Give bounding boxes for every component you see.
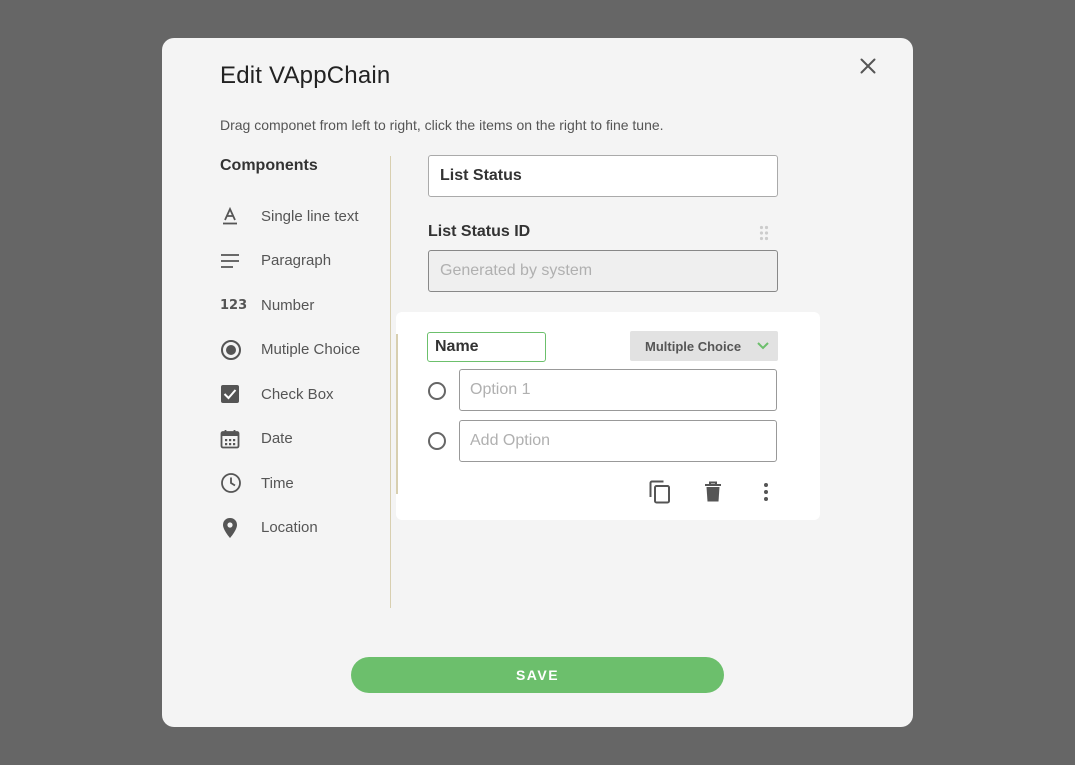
edit-dialog: Edit VAppChain Drag componet from left t… [162,38,913,727]
id-field-label: List Status ID [428,223,531,240]
dialog-title: Edit VAppChain [220,62,391,89]
component-number[interactable]: 123 Number [220,283,360,328]
component-label: Date [261,430,293,448]
radio-button-icon [220,337,246,363]
component-multiple-choice[interactable]: Mutiple Choice [220,328,360,373]
option-input[interactable] [459,369,777,411]
components-title: Components [220,157,318,174]
component-single-line-text[interactable]: Single line text [220,194,360,239]
component-label: Mutiple Choice [261,341,361,359]
calendar-icon [220,426,246,452]
component-location[interactable]: Location [220,506,360,551]
chevron-down-icon [757,342,769,350]
more-options-button[interactable] [754,479,778,505]
close-button[interactable] [855,53,881,79]
delete-button[interactable] [701,479,725,505]
card-accent-bar [396,334,398,494]
component-time[interactable]: Time [220,461,360,506]
option-radio[interactable] [428,382,446,400]
more-vert-icon [764,483,768,501]
panel-divider [390,156,391,608]
save-button[interactable]: SAVE [351,657,724,693]
text-format-icon [220,203,246,229]
question-card[interactable]: Multiple Choice [396,312,820,520]
copy-icon [649,480,670,504]
question-type-label: Multiple Choice [645,338,742,354]
dialog-subtitle: Drag componet from left to right, click … [220,117,664,133]
component-date[interactable]: Date [220,417,360,462]
location-pin-icon [220,515,246,541]
component-label: Location [261,519,318,537]
component-label: Paragraph [261,252,332,270]
component-label: Time [261,474,294,492]
question-type-select[interactable]: Multiple Choice [630,331,778,361]
component-label: Number [261,296,315,314]
close-icon[interactable] [860,58,876,74]
number-icon: 123 [220,297,248,313]
components-list: Single line text Paragraph 123 Number Mu… [220,194,360,550]
paragraph-icon [220,248,246,274]
trash-icon [705,481,721,502]
drag-handle-icon[interactable] [759,225,769,246]
component-check-box[interactable]: Check Box [220,372,360,417]
component-paragraph[interactable]: Paragraph [220,239,360,284]
component-label: Check Box [261,385,334,403]
id-field-input[interactable] [428,250,778,292]
question-name-input[interactable] [427,332,546,362]
add-option-radio[interactable] [428,432,446,450]
list-name-input[interactable] [428,155,778,197]
clock-icon [220,470,246,496]
component-label: Single line text [261,207,359,225]
add-option-input[interactable] [459,420,777,462]
checkbox-icon [220,381,246,407]
duplicate-button[interactable] [648,479,672,505]
